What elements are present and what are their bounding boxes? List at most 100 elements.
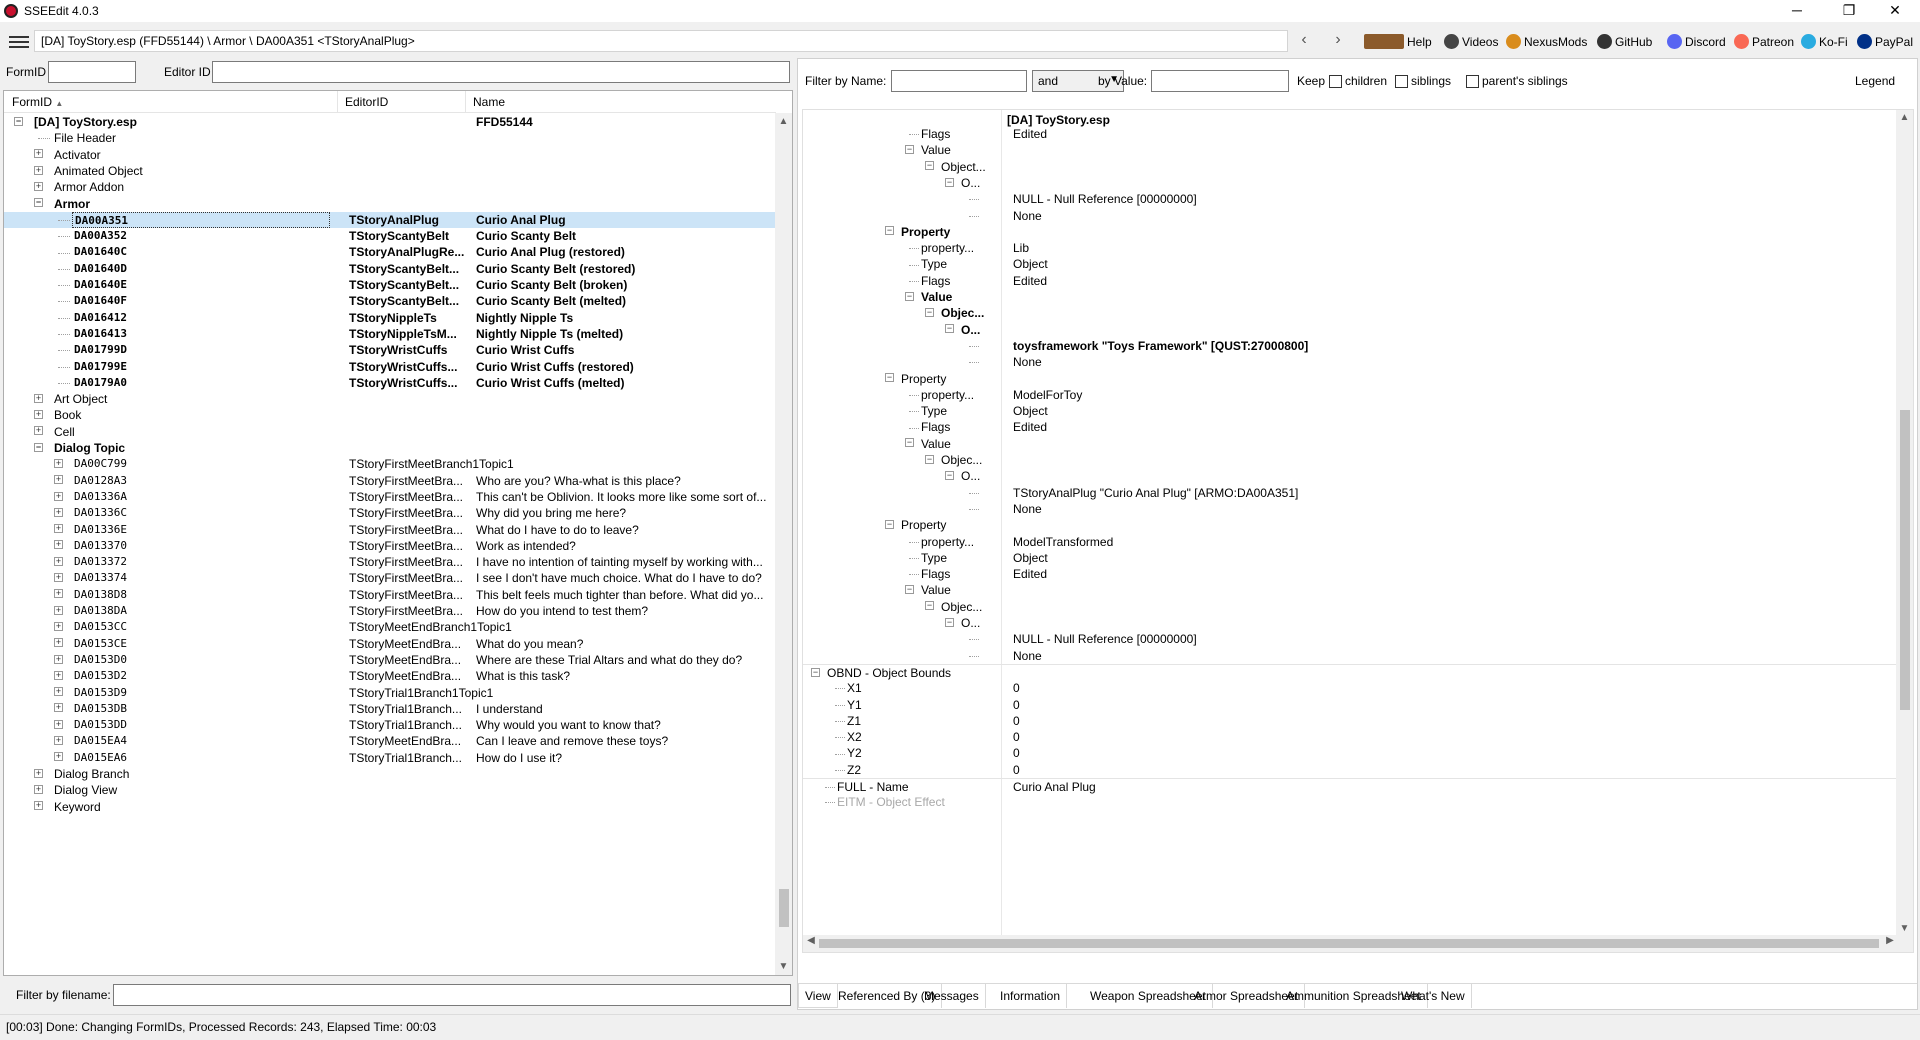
expand-icon[interactable]: + [54,621,63,631]
view-row[interactable]: Flags Edited [803,419,1898,435]
tree-group-row[interactable]: + Keyword [4,799,776,815]
collapse-icon[interactable]: − [14,116,23,126]
view-row[interactable]: None [803,208,1898,224]
paypal-link[interactable]: PayPal [1857,34,1913,52]
expand-icon[interactable]: + [34,426,43,436]
view-row[interactable]: − Property [803,517,1898,533]
tree-record-row[interactable]: DA01640E TStoryScantyBelt... Curio Scanty … [4,277,776,293]
view-row[interactable]: − Objec... [803,305,1898,321]
tree-record-row[interactable]: DA00A351 TStoryAnalPlug Curio Anal Plug [4,211,776,229]
record-path[interactable]: [DA] ToyStory.esp (FFD55144) \ Armor \ D… [34,30,1288,52]
tree-record-row[interactable]: + DA013370 TStoryFirstMeetBra... Work as in… [4,538,776,554]
view-row[interactable]: Flags Edited [803,126,1898,142]
tree-record-row[interactable]: + DA0138DA TStoryFirstMeetBra... How do you… [4,603,776,619]
expand-icon[interactable]: + [34,768,43,778]
collapse-icon[interactable]: − [885,373,894,383]
tree-group-row[interactable]: + Armor Addon [4,179,776,195]
view-row[interactable]: Type Object [803,550,1898,566]
children-checkbox[interactable] [1329,75,1342,88]
expand-icon[interactable]: + [54,687,63,697]
view-row[interactable]: Y2 0 [803,745,1898,761]
view-row[interactable]: property... ModelTransformed [803,534,1898,550]
parents-siblings-checkbox[interactable] [1466,75,1479,88]
tree-scrollbar[interactable]: ▲ ▼ [775,113,792,975]
tree-record-row[interactable]: DA016413 TStoryNippleTsM... Nightly Nipple… [4,326,776,342]
formid-input[interactable] [48,61,136,83]
tree-record-row[interactable]: + DA00C799 TStoryFirstMeetBranch1Topic1 [4,456,776,472]
tree-group-row[interactable]: + Dialog View [4,782,776,798]
collapse-icon[interactable]: − [925,601,934,611]
record-view[interactable]: [DA] ToyStory.esp Flags Edited − Value − Obje… [802,109,1914,953]
patreon-link[interactable]: Patreon [1734,34,1794,52]
tree-record-row[interactable]: + DA015EA6 TStoryTrial1Branch... How do I u… [4,750,776,766]
tree-record-row[interactable]: DA01799D TStoryWristCuffs Curio Wrist Cuff… [4,342,776,358]
view-scrollbar[interactable]: ▲ ▼ [1896,110,1913,952]
expand-icon[interactable]: + [54,736,63,746]
legend-button[interactable]: Legend [1855,74,1895,88]
expand-icon[interactable]: + [34,149,43,159]
view-row[interactable]: X1 0 [803,680,1898,696]
collapse-icon[interactable]: − [885,226,894,236]
github-link[interactable]: GitHub [1597,34,1652,52]
record-tree[interactable]: FormID ▲ EditorID Name − [DA] ToyStory.es… [3,90,793,976]
minimize-button[interactable]: ─ [1774,0,1820,22]
expand-icon[interactable]: + [54,703,63,713]
tree-record-row[interactable]: + DA013374 TStoryFirstMeetBra... I see I do… [4,570,776,586]
view-row[interactable]: toysframework "Toys Framework" [QUST:270… [803,338,1898,354]
tree-record-row[interactable]: + DA0153D2 TStoryMeetEndBra... What is this… [4,668,776,684]
collapse-icon[interactable]: − [925,307,934,317]
view-row[interactable]: property... ModelForToy [803,387,1898,403]
menu-icon[interactable] [8,33,30,51]
expand-icon[interactable]: + [54,719,63,729]
view-row[interactable]: − Value [803,142,1898,158]
expand-icon[interactable]: + [54,524,63,534]
tree-group-row[interactable]: − [DA] ToyStory.esp FFD55144 [4,114,776,130]
collapse-icon[interactable]: − [945,324,954,334]
hscroll-thumb[interactable] [819,939,1879,948]
view-row[interactable]: − OBND - Object Bounds [803,663,1898,680]
view-hscrollbar[interactable]: ◀ ▶ [803,935,1898,952]
view-row[interactable]: − O... [803,615,1898,631]
view-row[interactable]: Flags Edited [803,566,1898,582]
column-formid[interactable]: FormID ▲ [12,95,63,109]
expand-icon[interactable]: + [34,784,43,794]
view-row[interactable]: None [803,501,1898,517]
tree-group-row[interactable]: File Header [4,130,776,146]
view-row[interactable]: NULL - Null Reference [00000000] [803,191,1898,207]
scroll-thumb[interactable] [779,889,789,927]
discord-link[interactable]: Discord [1667,34,1726,52]
tree-record-row[interactable]: + DA0153D9 TStoryTrial1Branch1Topic1 [4,685,776,701]
view-row[interactable]: Y1 0 [803,697,1898,713]
view-row[interactable]: − Objec... [803,599,1898,615]
collapse-icon[interactable]: − [885,519,894,529]
back-button[interactable]: ‹ [1294,31,1314,51]
collapse-icon[interactable]: − [945,617,954,627]
expand-icon[interactable]: + [54,605,63,615]
view-row[interactable]: − O... [803,322,1898,338]
view-row[interactable]: Z2 0 [803,762,1898,778]
column-editorid[interactable]: EditorID [345,95,388,109]
tree-record-row[interactable]: + DA0153CC TStoryMeetEndBranch1Topic1 [4,619,776,635]
view-row[interactable]: None [803,354,1898,370]
view-row[interactable]: − Objec... [803,452,1898,468]
tree-record-row[interactable]: + DA0153DD TStoryTrial1Branch... Why would … [4,717,776,733]
view-row[interactable]: NULL - Null Reference [00000000] [803,631,1898,647]
tree-record-row[interactable]: DA016412 TStoryNippleTs Nightly Nipple Ts [4,310,776,326]
expand-icon[interactable]: + [54,458,63,468]
collapse-icon[interactable]: − [925,161,934,171]
view-row[interactable]: X2 0 [803,729,1898,745]
view-row[interactable]: None [803,648,1898,664]
collapse-icon[interactable]: − [925,454,934,464]
collapse-icon[interactable]: − [34,442,43,452]
tree-group-row[interactable]: + Cell [4,424,776,440]
expand-icon[interactable]: + [34,801,43,811]
expand-icon[interactable]: + [34,181,43,191]
tree-record-row[interactable]: DA01640D TStoryScantyBelt... Curio Scanty … [4,261,776,277]
expand-icon[interactable]: + [54,752,63,762]
expand-icon[interactable]: + [54,507,63,517]
tree-group-row[interactable]: + Animated Object [4,163,776,179]
tree-record-row[interactable]: + DA0153CE TStoryMeetEndBra... What do you … [4,636,776,652]
tree-record-row[interactable]: + DA015EA4 TStoryMeetEndBra... Can I leave … [4,733,776,749]
tree-record-row[interactable]: DA01640C TStoryAnalPlugRe... Curio Anal Pl… [4,244,776,260]
nexusmods-link[interactable]: NexusMods [1506,34,1587,52]
